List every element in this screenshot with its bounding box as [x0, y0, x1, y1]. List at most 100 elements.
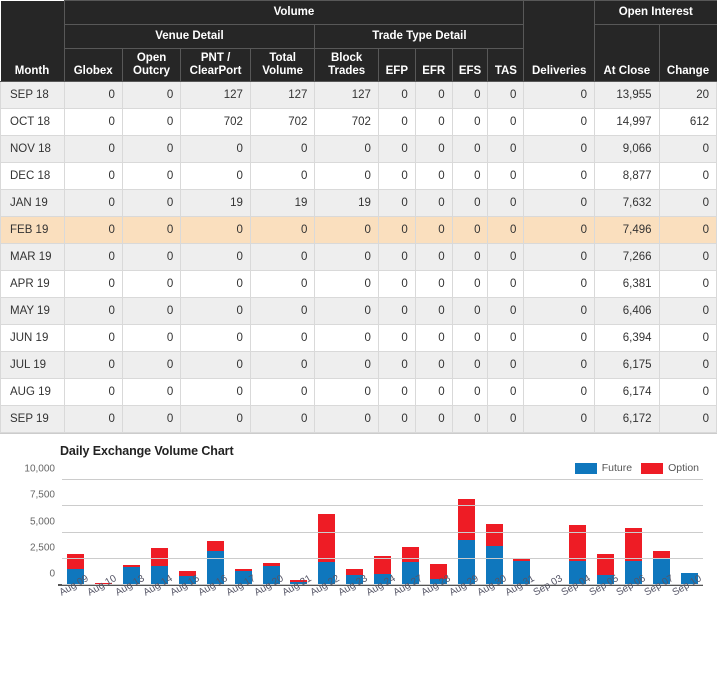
cell-pnt-clearport: 0 — [180, 405, 251, 433]
chart-bar-column[interactable] — [146, 480, 174, 585]
header-efp: EFP — [377, 48, 416, 82]
cell-deliveries: 0 — [523, 135, 596, 163]
cell-open-outcry: 0 — [121, 324, 182, 352]
cell-deliveries: 0 — [523, 108, 596, 136]
chart-bar-column[interactable] — [285, 480, 313, 585]
cell-efr: 0 — [414, 297, 453, 325]
cell-pnt-clearport: 0 — [180, 216, 251, 244]
chart-x-tick: Aug 21 — [281, 573, 314, 630]
chart-x-tick: Aug 09 — [58, 573, 91, 630]
cell-at-close: 6,174 — [594, 378, 660, 406]
chart-bar-column[interactable] — [313, 480, 341, 585]
cell-change: 0 — [658, 216, 717, 244]
table-row[interactable]: JAN 19 0 0 19 19 19 0 0 0 0 0 7,632 0 — [0, 189, 717, 217]
cell-efp: 0 — [377, 189, 416, 217]
volume-open-interest-table: Month Volume Deliveries Open Interest Ve… — [0, 0, 717, 433]
table-row[interactable]: FEB 19 0 0 0 0 0 0 0 0 0 0 7,496 0 — [0, 216, 717, 244]
cell-change: 0 — [658, 243, 717, 271]
cell-month: JUN 19 — [0, 324, 65, 352]
chart-bar-column[interactable] — [174, 480, 202, 585]
cell-change: 0 — [658, 351, 717, 379]
table-row[interactable]: NOV 18 0 0 0 0 0 0 0 0 0 0 9,066 0 — [0, 135, 717, 163]
chart-bar-column[interactable] — [564, 480, 592, 585]
table-row[interactable]: DEC 18 0 0 0 0 0 0 0 0 0 0 8,877 0 — [0, 162, 717, 190]
table-row[interactable]: SEP 18 0 0 127 127 127 0 0 0 0 0 13,955 20 — [0, 81, 717, 109]
chart-bar-column[interactable] — [229, 480, 257, 585]
cell-deliveries: 0 — [523, 189, 596, 217]
chart-bar-column[interactable] — [424, 480, 452, 585]
table-row[interactable]: MAR 19 0 0 0 0 0 0 0 0 0 0 7,266 0 — [0, 243, 717, 271]
table-row[interactable]: JUN 19 0 0 0 0 0 0 0 0 0 0 6,394 0 — [0, 324, 717, 352]
cell-efr: 0 — [414, 108, 453, 136]
header-change: Change — [658, 24, 717, 82]
table-row[interactable]: SEP 19 0 0 0 0 0 0 0 0 0 0 6,172 0 — [0, 405, 717, 433]
cell-tas: 0 — [487, 216, 525, 244]
legend-item-future[interactable]: Future — [574, 462, 632, 474]
chart-legend: Future Option — [574, 462, 699, 474]
cell-change: 0 — [658, 324, 717, 352]
header-group-trade-type-detail: Trade Type Detail — [314, 24, 525, 49]
table-row[interactable]: OCT 18 0 0 702 702 702 0 0 0 0 0 14,997 612 — [0, 108, 717, 136]
chart-bar-column[interactable] — [508, 480, 536, 585]
header-open-outcry-line1: Open — [136, 52, 167, 64]
header-efs: EFS — [451, 48, 489, 82]
cell-at-close: 7,632 — [594, 189, 660, 217]
table-row[interactable]: AUG 19 0 0 0 0 0 0 0 0 0 0 6,174 0 — [0, 378, 717, 406]
cell-efr: 0 — [414, 324, 453, 352]
table-row[interactable]: MAY 19 0 0 0 0 0 0 0 0 0 0 6,406 0 — [0, 297, 717, 325]
cell-deliveries: 0 — [523, 162, 596, 190]
cell-tas: 0 — [487, 270, 525, 298]
cell-efr: 0 — [414, 189, 453, 217]
chart-bar-column[interactable] — [480, 480, 508, 585]
cell-efp: 0 — [377, 351, 416, 379]
cell-pnt-clearport: 127 — [180, 81, 251, 109]
chart-bar-column[interactable] — [647, 480, 675, 585]
cell-globex: 0 — [63, 162, 123, 190]
cell-globex: 0 — [63, 270, 123, 298]
cell-open-outcry: 0 — [121, 351, 182, 379]
cell-deliveries: 0 — [523, 405, 596, 433]
chart-bar-column[interactable] — [397, 480, 425, 585]
cell-pnt-clearport: 0 — [180, 378, 251, 406]
cell-globex: 0 — [63, 81, 123, 109]
chart-bar-column[interactable] — [620, 480, 648, 585]
cell-at-close: 7,266 — [594, 243, 660, 271]
cell-efs: 0 — [451, 135, 489, 163]
cell-at-close: 6,381 — [594, 270, 660, 298]
chart-bar-column[interactable] — [62, 480, 90, 585]
cell-month: OCT 18 — [0, 108, 65, 136]
chart-bar-column[interactable] — [201, 480, 229, 585]
chart-x-tick: Sep 04 — [559, 573, 592, 630]
chart-bar-column[interactable] — [341, 480, 369, 585]
chart-bar-column[interactable] — [257, 480, 285, 585]
chart-bar-column[interactable] — [592, 480, 620, 585]
cell-block-trades: 0 — [314, 243, 379, 271]
cell-efr: 0 — [414, 135, 453, 163]
cell-block-trades: 0 — [314, 378, 379, 406]
cell-at-close: 7,496 — [594, 216, 660, 244]
chart-title: Daily Exchange Volume Chart — [60, 444, 234, 458]
chart-bar-column[interactable] — [536, 480, 564, 585]
chart-bar-column[interactable] — [118, 480, 146, 585]
chart-y-tick-label: 5,000 — [29, 516, 55, 527]
chart-bar-column[interactable] — [452, 480, 480, 585]
cell-month: MAY 19 — [0, 297, 65, 325]
cell-total-volume: 0 — [249, 405, 316, 433]
cell-deliveries: 0 — [523, 297, 596, 325]
chart-x-tick: Aug 10 — [85, 573, 118, 630]
chart-bar-column[interactable] — [90, 480, 118, 585]
cell-efr: 0 — [414, 270, 453, 298]
chart-bar-column[interactable] — [675, 480, 703, 585]
table-row[interactable]: APR 19 0 0 0 0 0 0 0 0 0 0 6,381 0 — [0, 270, 717, 298]
header-pnt-line1: PNT / — [200, 52, 231, 64]
header-at-close: At Close — [594, 24, 660, 82]
cell-block-trades: 0 — [314, 216, 379, 244]
header-globex: Globex — [63, 48, 123, 82]
cell-at-close: 9,066 — [594, 135, 660, 163]
legend-item-option[interactable]: Option — [641, 462, 699, 474]
cell-efs: 0 — [451, 243, 489, 271]
cell-change: 0 — [658, 162, 717, 190]
cell-total-volume: 0 — [249, 297, 316, 325]
chart-bar-column[interactable] — [369, 480, 397, 585]
table-row[interactable]: JUL 19 0 0 0 0 0 0 0 0 0 0 6,175 0 — [0, 351, 717, 379]
